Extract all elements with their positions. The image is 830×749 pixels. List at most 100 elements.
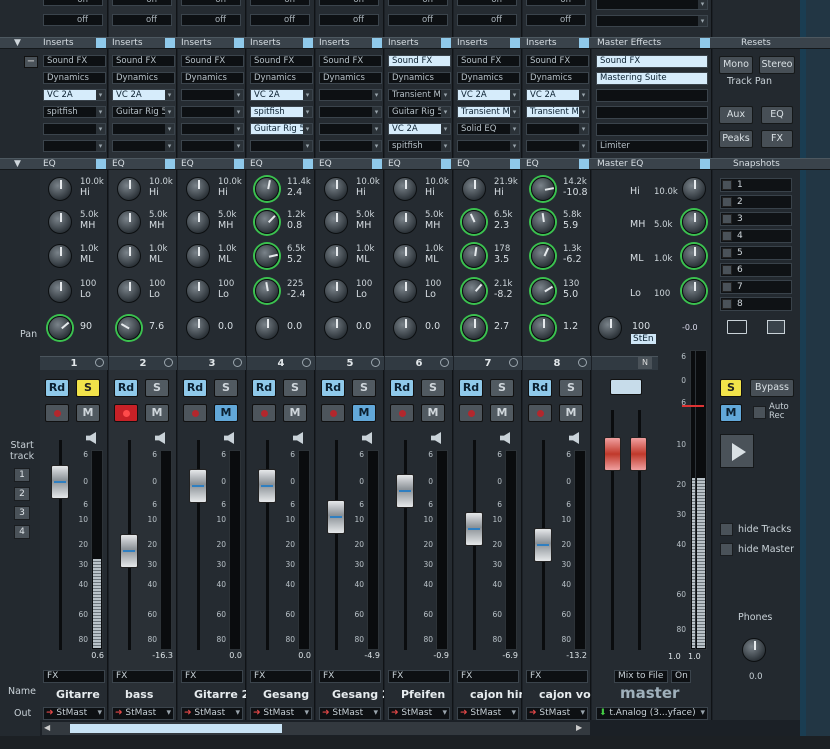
insert-slot[interactable]: ▾ — [181, 89, 244, 101]
master-eq-knob[interactable] — [682, 210, 706, 234]
eq-toggle[interactable] — [579, 159, 589, 169]
insert-slot[interactable]: Sound FX — [181, 55, 244, 67]
channel-fader[interactable] — [189, 469, 207, 503]
snapshot-slot[interactable]: 1 — [720, 178, 792, 192]
snapshot-checkbox[interactable] — [722, 282, 732, 292]
eq-knob[interactable] — [393, 177, 417, 201]
insert-slot[interactable]: Dynamics — [181, 72, 244, 84]
snapshot-checkbox[interactable] — [722, 265, 732, 275]
master-effect-slot[interactable] — [596, 89, 708, 102]
snapshot-checkbox[interactable] — [722, 248, 732, 258]
eq-knob[interactable] — [531, 210, 555, 234]
mute-button[interactable]: M — [421, 404, 445, 422]
inserts-toggle[interactable] — [441, 38, 451, 48]
insert-slot[interactable]: Guitar Rig 5 ▾ — [112, 106, 175, 118]
insert-slot[interactable]: Dynamics — [250, 72, 313, 84]
off-toggle[interactable]: off — [181, 14, 241, 26]
eq-knob[interactable] — [324, 177, 348, 201]
off-toggle[interactable]: off — [457, 14, 517, 26]
snapshot-checkbox[interactable] — [722, 197, 732, 207]
off-toggle[interactable]: off — [112, 14, 172, 26]
insert-slot[interactable]: VC 2A ▾ — [388, 123, 451, 135]
insert-slot[interactable]: spitfish ▾ — [388, 140, 451, 152]
inserts-toggle[interactable] — [303, 38, 313, 48]
insert-slot[interactable]: ▾ — [319, 123, 382, 135]
read-button[interactable]: Rd — [321, 379, 345, 397]
eq-knob[interactable] — [324, 279, 348, 303]
eq-knob[interactable] — [186, 244, 210, 268]
master-effect-slot[interactable]: Mastering Suite — [596, 72, 708, 85]
pan-knob[interactable] — [393, 316, 417, 340]
eq-knob[interactable] — [48, 210, 72, 234]
insert-slot[interactable]: Dynamics — [457, 72, 520, 84]
insert-slot[interactable]: ▾ — [526, 140, 589, 152]
eq-knob[interactable] — [462, 244, 486, 268]
solo-button[interactable]: S — [490, 379, 514, 397]
read-button[interactable]: Rd — [252, 379, 276, 397]
peaks-button[interactable]: Peaks — [719, 130, 753, 148]
fx-selector[interactable]: FX — [43, 670, 105, 683]
pan-knob[interactable] — [48, 316, 72, 340]
read-button[interactable]: Rd — [390, 379, 414, 397]
channel-fader[interactable] — [396, 474, 414, 508]
hide-tracks-checkbox[interactable] — [720, 523, 733, 536]
mute-button[interactable]: M — [145, 404, 169, 422]
insert-slot[interactable]: ▾ — [43, 123, 106, 135]
insert-slot[interactable]: Guitar Rig 5 ▾ — [250, 123, 313, 135]
insert-slot[interactable]: Sound FX — [388, 55, 451, 67]
fx-reset-button[interactable]: FX — [761, 130, 793, 148]
off-toggle[interactable]: off — [526, 14, 586, 26]
output-selector[interactable]: ➜ StMast ▾ — [250, 707, 312, 720]
pan-knob[interactable] — [117, 316, 141, 340]
output-selector[interactable]: ➜ StMast ▾ — [181, 707, 243, 720]
master-effects-toggle[interactable] — [700, 38, 710, 48]
master-effect-slot[interactable] — [596, 123, 708, 136]
folder-icon[interactable] — [727, 320, 747, 334]
master-on-button[interactable]: On — [671, 670, 691, 683]
record-arm-button[interactable] — [183, 404, 207, 422]
insert-slot[interactable]: Sound FX — [43, 55, 106, 67]
master-n-button[interactable]: N — [638, 357, 652, 369]
channel-link-icon[interactable] — [233, 358, 242, 367]
channel-fader[interactable] — [120, 534, 138, 568]
mute-button[interactable]: M — [352, 404, 376, 422]
on-toggle[interactable]: on — [112, 0, 172, 6]
eq-knob[interactable] — [186, 177, 210, 201]
master-top-slot[interactable]: ▾ — [596, 0, 708, 10]
insert-slot[interactable]: spitfish ▾ — [43, 106, 106, 118]
snapshot-checkbox[interactable] — [722, 214, 732, 224]
solo-button[interactable]: S — [559, 379, 583, 397]
eq-knob[interactable] — [531, 244, 555, 268]
read-button[interactable]: Rd — [114, 379, 138, 397]
insert-slot[interactable]: ▾ — [43, 140, 106, 152]
scrollbar-thumb[interactable] — [70, 724, 282, 733]
collapse-triangle-icon[interactable]: ▼ — [14, 38, 21, 48]
insert-slot[interactable]: Dynamics — [388, 72, 451, 84]
fx-selector[interactable]: FX — [181, 670, 243, 683]
eq-toggle[interactable] — [165, 159, 175, 169]
channel-fader[interactable] — [465, 512, 483, 546]
insert-slot[interactable]: ▾ — [319, 140, 382, 152]
record-arm-button[interactable] — [459, 404, 483, 422]
play-button[interactable] — [720, 434, 754, 468]
master-effect-slot[interactable]: Sound FX — [596, 55, 708, 68]
channel-link-icon[interactable] — [578, 358, 587, 367]
channel-fader[interactable] — [534, 528, 552, 562]
master-fader-left[interactable] — [604, 437, 621, 471]
solo-button[interactable]: S — [214, 379, 238, 397]
eq-knob[interactable] — [324, 210, 348, 234]
insert-slot[interactable]: VC 2A ▾ — [457, 89, 520, 101]
record-arm-button[interactable] — [45, 404, 69, 422]
eq-knob[interactable] — [117, 177, 141, 201]
snapshot-slot[interactable]: 6 — [720, 263, 792, 277]
eq-knob[interactable] — [531, 279, 555, 303]
record-arm-button[interactable] — [528, 404, 552, 422]
auto-rec-checkbox[interactable] — [753, 406, 766, 419]
insert-slot[interactable]: Transient M ▾ — [388, 89, 451, 101]
insert-slot[interactable]: Sound FX — [457, 55, 520, 67]
solo-button[interactable]: S — [283, 379, 307, 397]
eq-knob[interactable] — [255, 244, 279, 268]
insert-slot[interactable]: Transient M ▾ — [526, 106, 589, 118]
on-toggle[interactable]: on — [181, 0, 241, 6]
read-button[interactable]: Rd — [45, 379, 69, 397]
